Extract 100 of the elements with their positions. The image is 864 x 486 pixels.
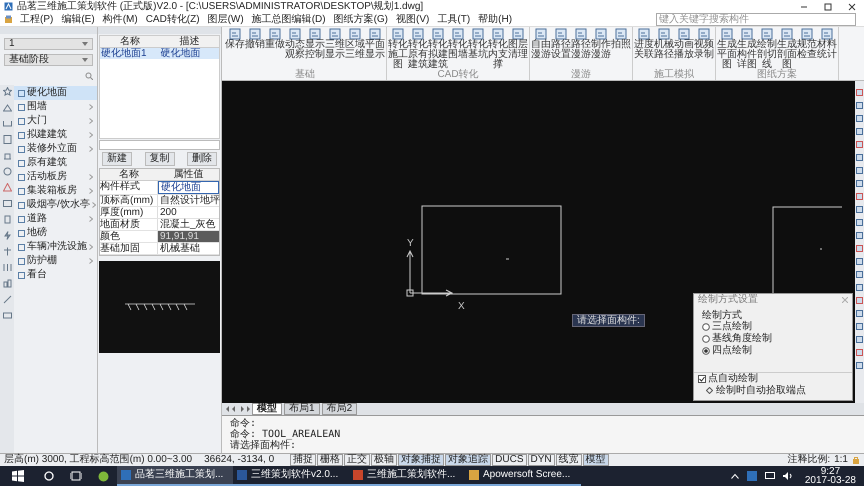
- layout-tab[interactable]: 布局2: [322, 403, 358, 415]
- menu-item[interactable]: 视图(V): [395, 14, 430, 26]
- clock-time: 9:27: [820, 467, 840, 476]
- layout-tab[interactable]: 布局1: [284, 403, 320, 415]
- list-row[interactable]: 硬化地面1 硬化地面: [100, 48, 219, 59]
- radio-option[interactable]: 基线角度绘制: [694, 333, 852, 345]
- category-item[interactable]: 集装箱板房: [14, 184, 97, 198]
- toolbar-button[interactable]: 三维显示: [325, 27, 345, 60]
- toolbar-button[interactable]: 重做: [265, 27, 285, 50]
- toolbar-button[interactable]: 制作漫游: [591, 27, 611, 60]
- command-line: 请选择面构件:: [230, 440, 296, 451]
- category-item[interactable]: 地磅: [14, 226, 97, 240]
- dash-mark: [506, 258, 510, 260]
- toolbar-button[interactable]: 转化基坑: [468, 27, 488, 60]
- panel-button[interactable]: 新建: [102, 152, 132, 166]
- toolbar-button[interactable]: 拍照: [611, 27, 631, 50]
- property-value[interactable]: 机械基础: [158, 243, 219, 254]
- panel-icon: [698, 28, 710, 40]
- status-toggle[interactable]: 栅格: [317, 454, 344, 466]
- toolbar-button[interactable]: 材料统计: [817, 27, 837, 60]
- toolbar-button[interactable]: 转化围墙: [448, 27, 468, 60]
- category-item[interactable]: 围墙: [14, 100, 97, 114]
- radio-option[interactable]: 三点绘制: [694, 321, 852, 333]
- toolbar-button[interactable]: 转化原有建筑: [408, 27, 428, 70]
- toolbar-button[interactable]: 路径设置: [551, 27, 571, 60]
- checkbox-option[interactable]: 点自动绘制: [694, 372, 852, 384]
- category-item[interactable]: 原有建筑: [14, 156, 97, 170]
- option-label: 绘制时自动拾取端点: [716, 386, 806, 396]
- status-toggle[interactable]: 线宽: [556, 454, 582, 466]
- status-toggle[interactable]: 对象追踪: [445, 454, 492, 466]
- menu-item[interactable]: 工程(P): [19, 14, 54, 26]
- toolbar-button[interactable]: 路径漫游: [571, 27, 591, 60]
- toolbar-button[interactable]: 显示控制: [305, 27, 325, 60]
- menu-item[interactable]: 构件(M): [102, 14, 139, 26]
- menu-item[interactable]: CAD转化(Z): [144, 14, 201, 26]
- axis-label: Y: [407, 238, 414, 249]
- category-item[interactable]: 车辆冲洗设施: [14, 240, 97, 254]
- toolbar-button[interactable]: 生成剖面图: [777, 27, 797, 70]
- toolbar-button[interactable]: 转化内支撑: [488, 27, 508, 70]
- toolbar-button[interactable]: 生成构件详图: [737, 27, 757, 70]
- toolbar-button[interactable]: 撤销: [245, 27, 265, 50]
- toolbar-button[interactable]: 规范检查: [797, 27, 817, 60]
- command-line: 命令:: [230, 418, 256, 429]
- menu-item[interactable]: 工具(T): [436, 14, 472, 26]
- toolbar-button[interactable]: 区域三维: [345, 27, 365, 60]
- taskbar-item[interactable]: Apowersoft Scree...: [465, 466, 581, 486]
- menu-item[interactable]: 编辑(E): [60, 14, 96, 26]
- status-toggle[interactable]: DYN: [528, 454, 555, 466]
- property-value[interactable]: 200: [158, 207, 219, 218]
- category-item[interactable]: 装修外立面: [14, 142, 97, 156]
- toolbar-button[interactable]: 视频录制: [694, 27, 714, 60]
- property-value[interactable]: 自然设计地坪: [158, 195, 222, 206]
- toolbar-button[interactable]: 转化施工图: [388, 27, 408, 70]
- status-toggle[interactable]: DUCS: [492, 454, 527, 466]
- input-field[interactable]: [99, 140, 220, 150]
- floor-dropdown[interactable]: 1: [4, 38, 93, 50]
- stage-dropdown[interactable]: 基础阶段: [4, 54, 93, 66]
- category-item[interactable]: 硬化地面: [14, 86, 97, 100]
- category-item[interactable]: 道路: [14, 212, 97, 226]
- toolbar-button[interactable]: 机械路径: [654, 27, 674, 60]
- panel-button[interactable]: 删除: [187, 152, 217, 166]
- status-toggle[interactable]: 对象捕捉: [398, 454, 444, 466]
- category-item[interactable]: 吸烟亭/饮水亭: [14, 198, 97, 212]
- category-item[interactable]: 防护棚: [14, 254, 97, 268]
- group-label: 施工模拟: [653, 70, 695, 80]
- category-item[interactable]: 拟建建筑: [14, 128, 97, 142]
- toolbar-button[interactable]: 动态观察: [285, 27, 305, 60]
- category-item[interactable]: 活动板房: [14, 170, 97, 184]
- menu-item[interactable]: 帮助(H): [477, 14, 514, 26]
- category-item[interactable]: 看台: [14, 268, 97, 282]
- status-toggle[interactable]: 极轴: [371, 454, 398, 466]
- toolbar-button[interactable]: 保存: [225, 27, 245, 50]
- panel-icon: [289, 28, 301, 40]
- layout-tab[interactable]: 模型: [252, 403, 282, 415]
- toolbar-button[interactable]: 生成平面图: [717, 27, 737, 70]
- radio-option[interactable]: 四点绘制: [694, 345, 852, 357]
- toolbar-button[interactable]: 自由漫游: [531, 27, 551, 60]
- taskbar-item[interactable]: 品茗三维施工策划...: [117, 466, 233, 486]
- toolbar-button[interactable]: 进度关联: [634, 27, 654, 60]
- toolbar-button[interactable]: 动画播放: [674, 27, 694, 60]
- toolbar-button[interactable]: 转化拟建建筑: [428, 27, 448, 70]
- panel-button[interactable]: 复制: [144, 152, 174, 166]
- menu-item[interactable]: 施工总图编辑(D): [250, 14, 327, 26]
- taskbar-item[interactable]: 三维施工策划软件...: [349, 466, 465, 486]
- status-toggle[interactable]: 正交: [344, 454, 370, 466]
- panel-icon: [512, 28, 524, 40]
- menu-item[interactable]: 图纸方案(G): [332, 14, 390, 26]
- property-value[interactable]: 91,91,91: [158, 231, 219, 242]
- status-toggle[interactable]: 模型: [582, 454, 609, 466]
- property-value[interactable]: 硬化地面: [158, 181, 219, 194]
- status-toggle[interactable]: 捕捉: [290, 454, 316, 466]
- category-item[interactable]: 大门: [14, 114, 97, 128]
- property-name: 基础加固: [100, 243, 158, 254]
- toolbar-button[interactable]: 平面显示: [365, 27, 385, 60]
- toolbar-button[interactable]: 绘制剖切线: [757, 27, 777, 70]
- toolbar-button[interactable]: 图层清理: [508, 27, 528, 60]
- taskbar-item[interactable]: 三维策划软件v2.0...: [233, 466, 349, 486]
- menu-item[interactable]: 图层(W): [206, 14, 245, 26]
- scale-dropdown[interactable]: 1:1: [834, 455, 848, 465]
- property-value[interactable]: 混凝土_灰色: [158, 219, 219, 230]
